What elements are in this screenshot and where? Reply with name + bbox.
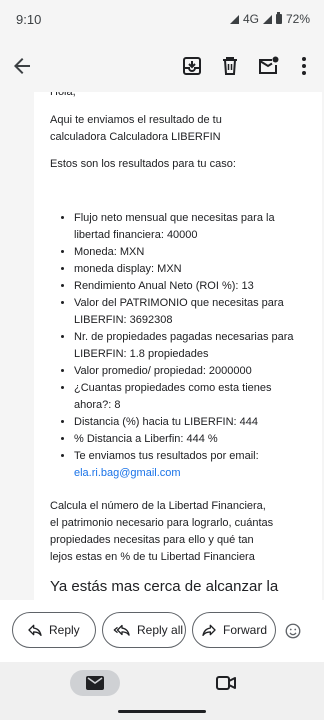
results-list: Flujo neto mensual que necesitas para la… (50, 210, 302, 482)
archive-icon[interactable] (180, 54, 204, 78)
forward-button[interactable]: Forward (192, 612, 276, 648)
email-content: Hola, Aqui te enviamos el resultado de t… (0, 92, 324, 600)
email-outro: Calcula el número de la Libertad Financi… (50, 500, 274, 563)
reply-all-button[interactable]: Reply all (102, 612, 186, 648)
email-headline: Ya estás mas cerca de alcanzar la (50, 578, 279, 595)
results-intro: Estos son los resultados para tu caso: (50, 158, 236, 170)
reply-button[interactable]: Reply (12, 612, 96, 648)
email-item-label: Te enviamos tus resultados por email: (74, 450, 259, 462)
email-greeting: Hola, (50, 92, 76, 98)
gesture-handle[interactable] (118, 710, 206, 713)
trash-icon[interactable] (218, 54, 242, 78)
email-intro: Aqui te enviamos el resultado de tu calc… (50, 114, 222, 143)
email-toolbar (0, 40, 324, 92)
result-item: Valor del PATRIMONIO que necesitas para … (74, 295, 302, 329)
emoji-reaction-icon[interactable] (284, 622, 302, 640)
forward-icon (202, 624, 216, 636)
result-item: Distancia (%) hacia tu LIBERFIN: 444 (74, 414, 302, 431)
result-item: Flujo neto mensual que necesitas para la… (74, 210, 302, 244)
reply-icon (28, 624, 42, 636)
result-item: % Distancia a Liberfin: 444 % (74, 431, 302, 448)
status-indicators: 4G 72% (229, 12, 310, 26)
mail-icon (86, 676, 104, 690)
battery-percent: 72% (285, 12, 310, 26)
bottom-navigation (0, 662, 324, 720)
result-item: Nr. de propiedades pagadas necesarias pa… (74, 329, 302, 363)
mail-tab[interactable] (70, 670, 120, 696)
email-body: Hola, Aqui te enviamos el resultado de t… (34, 92, 322, 600)
result-item: Valor promedio/ propiedad: 2000000 (74, 363, 302, 380)
reply-all-icon (113, 624, 130, 636)
battery-icon (275, 12, 282, 24)
forward-label: Forward (223, 623, 268, 637)
wifi-icon (229, 14, 239, 24)
mark-unread-icon[interactable] (256, 54, 280, 78)
reply-actions: Reply Reply all Forward (0, 600, 324, 662)
email-address-link[interactable]: ela.ri.bag@gmail.com (74, 467, 181, 479)
result-item: Rendimiento Anual Neto (ROI %): 13 (74, 278, 302, 295)
status-bar: 9:10 4G 72% (0, 0, 324, 40)
video-camera-icon[interactable] (216, 675, 236, 691)
result-item: moneda display: MXN (74, 261, 302, 278)
more-vert-icon[interactable] (292, 54, 316, 78)
result-item: ¿Cuantas propiedades como esta tienes ah… (74, 380, 302, 414)
reply-label: Reply (49, 623, 80, 637)
network-type: 4G (242, 12, 259, 26)
result-item: Moneda: MXN (74, 244, 302, 261)
result-item-email: Te enviamos tus resultados por email: el… (74, 448, 302, 482)
status-time: 9:10 (16, 12, 42, 27)
signal-icon (262, 14, 272, 24)
arrow-back-icon[interactable] (10, 54, 34, 78)
reply-all-label: Reply all (137, 623, 184, 637)
